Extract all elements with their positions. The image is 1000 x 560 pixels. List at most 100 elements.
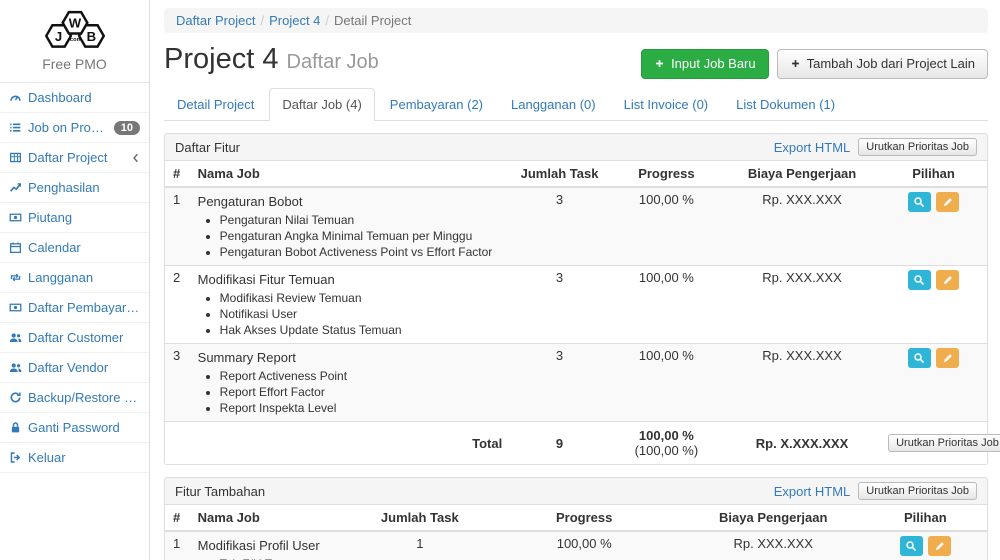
sidebar-item-label: Calendar <box>28 240 140 255</box>
panel-fitur-tambahan: Fitur Tambahan Export HTML Urutkan Prior… <box>164 477 988 560</box>
refresh-icon <box>9 391 22 404</box>
job-actions <box>880 266 987 344</box>
job-name: Modifikasi Profil User <box>198 536 346 554</box>
tab-list-dokumen[interactable]: List Dokumen (1) <box>723 88 848 121</box>
job-subitem: Modifikasi Review Temuan <box>220 291 503 305</box>
export-html-link[interactable]: Export HTML <box>774 484 851 499</box>
sidebar-item-daftar-customer[interactable]: Daftar Customer <box>0 323 149 353</box>
job-name-cell: Summary Report Report Activeness PointRe… <box>190 344 511 422</box>
panel-daftar-fitur: Daftar Fitur Export HTML Urutkan Priorit… <box>164 133 988 465</box>
job-actions <box>880 187 987 266</box>
column-header-jumlah-task: Jumlah Task <box>354 505 486 531</box>
table-header-row: #Nama JobJumlah TaskProgressBiaya Penger… <box>165 161 987 187</box>
job-subitem: Pengaturan Bobot Activeness Point vs Eff… <box>220 245 503 259</box>
breadcrumb-item-project-4[interactable]: Project 4 <box>269 13 320 28</box>
job-subitems: Pengaturan Nilai TemuanPengaturan Angka … <box>206 213 503 259</box>
retweet-icon <box>9 271 22 284</box>
column-header-progress: Progress <box>486 505 683 531</box>
page-title-text: Project 4 <box>164 43 278 75</box>
edit-job-button[interactable] <box>936 192 959 212</box>
job-name: Modifikasi Fitur Temuan <box>198 270 503 288</box>
sidebar-item-calendar[interactable]: Calendar <box>0 233 149 263</box>
input-job-baru-button[interactable]: Input Job Baru <box>641 49 769 79</box>
sidebar-item-label: Daftar Project <box>28 150 125 165</box>
tambah-job-dari-project-lain-button[interactable]: Tambah Job dari Project Lain <box>777 49 988 79</box>
job-cost: Rp. XXX.XXX <box>724 187 880 266</box>
users-icon <box>9 361 22 374</box>
table-body: 1 Pengaturan Bobot Pengaturan Nilai Temu… <box>165 187 987 422</box>
table-row: 1 Modifikasi Profil User Tab F/U Temuan … <box>165 531 987 560</box>
panel-title: Daftar Fitur <box>175 140 774 155</box>
table-row: 2 Modifikasi Fitur Temuan Modifikasi Rev… <box>165 266 987 344</box>
job-count-badge: 10 <box>114 121 140 135</box>
sidebar-item-keluar[interactable]: Keluar <box>0 443 149 473</box>
tab-pembayaran[interactable]: Pembayaran (2) <box>377 88 496 121</box>
users-icon <box>9 331 22 344</box>
row-number: 1 <box>165 531 190 560</box>
sidebar-item-label: Daftar Pembayaran <box>28 300 140 315</box>
total-row: Total 9 100,00 % (100,00 %) Rp. X.XXX.XX… <box>165 422 987 465</box>
sidebar-item-job-on-progress[interactable]: Job on Progress 10 <box>0 113 149 143</box>
column-header-: # <box>165 161 190 187</box>
job-name-cell: Modifikasi Profil User Tab F/U Temuan <box>190 531 354 560</box>
panel-heading: Daftar Fitur Export HTML Urutkan Priorit… <box>165 134 987 161</box>
export-html-link[interactable]: Export HTML <box>774 140 851 155</box>
job-cost: Rp. XXX.XXX <box>724 266 880 344</box>
sidebar-item-penghasilan[interactable]: Penghasilan <box>0 173 149 203</box>
sidebar-item-label: Ganti Password <box>28 420 140 435</box>
tab-list-invoice[interactable]: List Invoice (0) <box>611 88 722 121</box>
total-label: Total <box>165 422 510 465</box>
edit-job-button[interactable] <box>928 536 951 556</box>
job-subitem: Report Effort Factor <box>220 385 503 399</box>
sidebar-item-daftar-vendor[interactable]: Daftar Vendor <box>0 353 149 383</box>
view-job-button[interactable] <box>908 270 931 290</box>
main-content: Daftar Project/Project 4/Detail Project … <box>150 0 1000 560</box>
money-icon <box>9 301 22 314</box>
edit-job-button[interactable] <box>936 348 959 368</box>
jobs-table: #Nama JobJumlah TaskProgressBiaya Penger… <box>165 161 987 464</box>
table-row: 3 Summary Report Report Activeness Point… <box>165 344 987 422</box>
table-body: 1 Modifikasi Profil User Tab F/U Temuan … <box>165 531 987 560</box>
sidebar-item-daftar-pembayaran[interactable]: Daftar Pembayaran <box>0 293 149 323</box>
chevron-left-icon <box>131 152 140 164</box>
job-task-count: 1 <box>354 531 486 560</box>
sidebar-item-label: Keluar <box>28 450 140 465</box>
column-header-nama-job: Nama Job <box>190 505 354 531</box>
view-job-button[interactable] <box>900 536 923 556</box>
panel-title: Fitur Tambahan <box>175 484 774 499</box>
job-progress: 100,00 % <box>609 344 724 422</box>
breadcrumb-item-daftar-project[interactable]: Daftar Project <box>176 13 255 28</box>
column-header-nama-job: Nama Job <box>190 161 511 187</box>
job-progress: 100,00 % <box>609 187 724 266</box>
urutkan-prioritas-button[interactable]: Urutkan Prioritas Job <box>888 434 1000 452</box>
plus-icon <box>654 58 665 69</box>
column-header-pilihan: Pilihan <box>864 505 987 531</box>
urutkan-prioritas-button[interactable]: Urutkan Prioritas Job <box>858 482 977 500</box>
pencil-icon <box>934 540 946 552</box>
job-subitem: Report Activeness Point <box>220 369 503 383</box>
edit-job-button[interactable] <box>936 270 959 290</box>
sidebar-item-ganti-password[interactable]: Ganti Password <box>0 413 149 443</box>
sidebar-item-langganan[interactable]: Langganan <box>0 263 149 293</box>
sidebar-item-dashboard[interactable]: Dashboard <box>0 83 149 113</box>
column-header-pilihan: Pilihan <box>880 161 987 187</box>
view-job-button[interactable] <box>908 192 931 212</box>
calendar-icon <box>9 241 22 254</box>
sidebar-item-daftar-project[interactable]: Daftar Project <box>0 143 149 173</box>
sidebar-item-backup-restore-db[interactable]: Backup/Restore DB <box>0 383 149 413</box>
job-task-count: 3 <box>510 344 609 422</box>
table-row: 1 Pengaturan Bobot Pengaturan Nilai Temu… <box>165 187 987 266</box>
job-cost: Rp. XXX.XXX <box>724 344 880 422</box>
job-progress: 100,00 % <box>609 266 724 344</box>
sidebar-item-label: Piutang <box>28 210 140 225</box>
view-job-button[interactable] <box>908 348 931 368</box>
tab-detail-project[interactable]: Detail Project <box>164 88 267 121</box>
urutkan-prioritas-button[interactable]: Urutkan Prioritas Job <box>858 138 977 156</box>
sidebar-item-piutang[interactable]: Piutang <box>0 203 149 233</box>
job-task-count: 3 <box>510 187 609 266</box>
tab-langganan[interactable]: Langganan (0) <box>498 88 609 121</box>
tab-daftar-job[interactable]: Daftar Job (4) <box>269 88 374 121</box>
search-icon <box>913 196 925 208</box>
column-header-progress: Progress <box>609 161 724 187</box>
jobs-table: #Nama JobJumlah TaskProgressBiaya Penger… <box>165 505 987 560</box>
